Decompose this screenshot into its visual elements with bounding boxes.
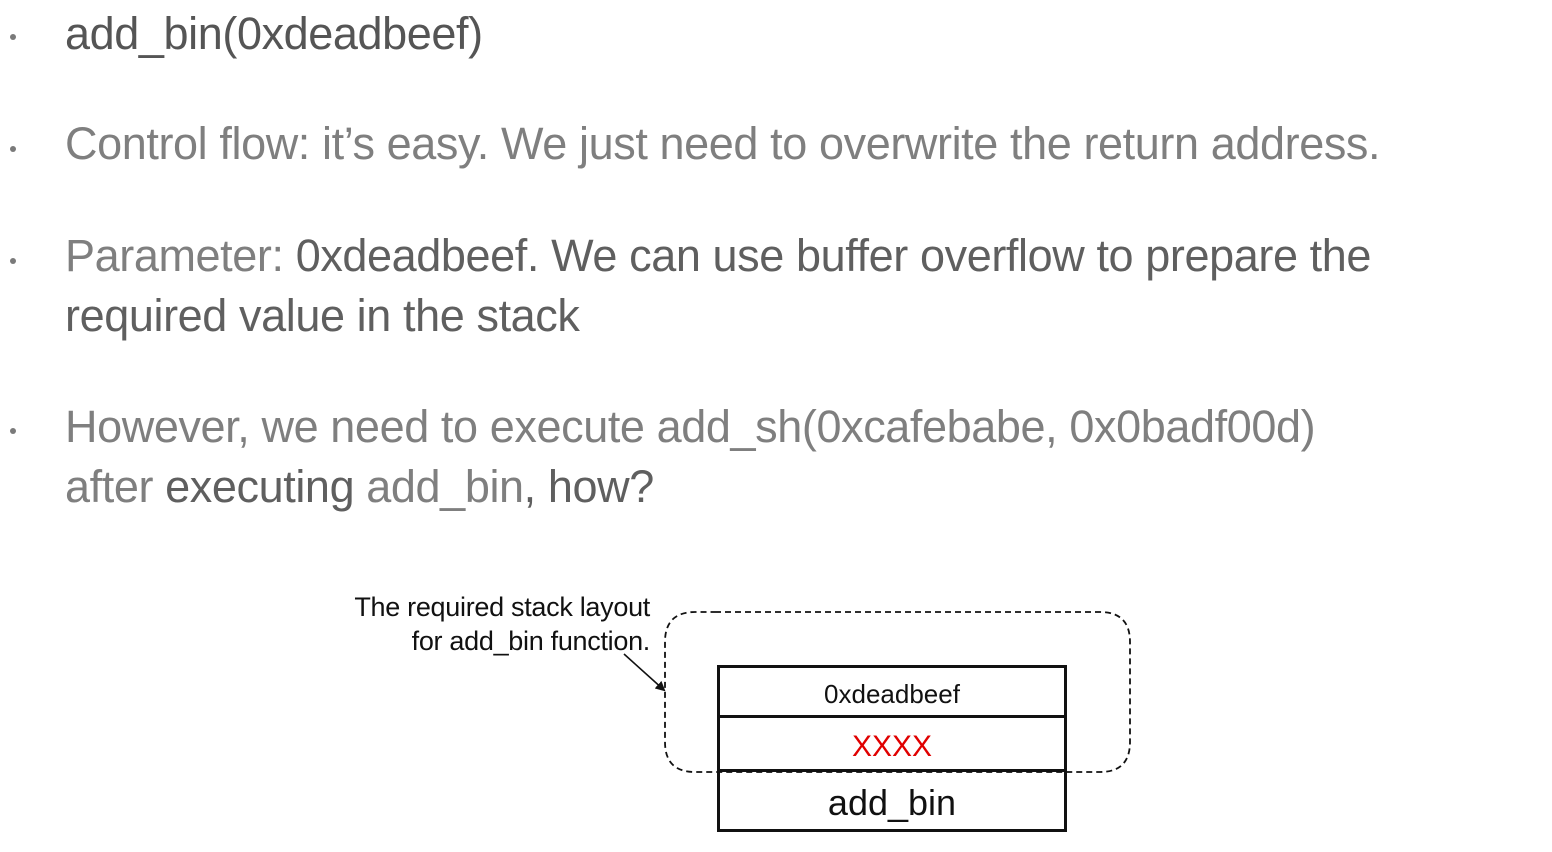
diagram-overlay bbox=[623, 611, 1131, 773]
dashed-region-outline bbox=[664, 611, 1131, 773]
caption-arrow bbox=[623, 653, 666, 692]
